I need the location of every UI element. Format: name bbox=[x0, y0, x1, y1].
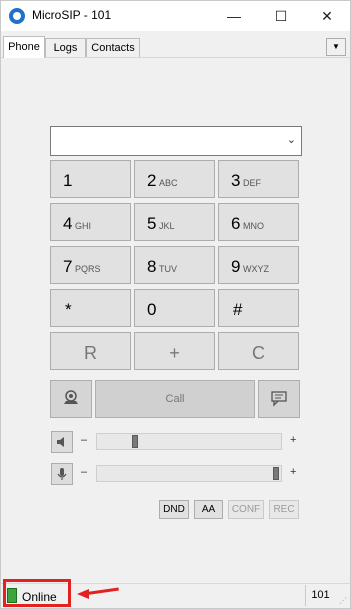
plus-button[interactable]: + bbox=[134, 332, 215, 370]
key-letters: ABC bbox=[159, 178, 178, 188]
microphone-icon bbox=[57, 468, 67, 480]
key-letters: WXYZ bbox=[243, 264, 269, 274]
speaker-button[interactable] bbox=[51, 431, 73, 453]
speaker-volume-slider[interactable] bbox=[96, 433, 282, 450]
key-digit: 2 bbox=[147, 171, 157, 190]
key-hash[interactable]: # bbox=[218, 289, 299, 327]
maximize-button[interactable]: ☐ bbox=[258, 1, 304, 31]
tab-phone[interactable]: Phone bbox=[3, 36, 45, 58]
key-2[interactable]: 2 ABC bbox=[134, 160, 215, 198]
redial-label: R bbox=[84, 343, 97, 363]
key-4[interactable]: 4 GHI bbox=[50, 203, 131, 241]
key-digit: 8 bbox=[147, 257, 157, 276]
tab-logs[interactable]: Logs bbox=[45, 38, 86, 57]
key-digit: 6 bbox=[231, 214, 241, 233]
tab-contacts[interactable]: Contacts bbox=[86, 38, 140, 57]
conference-button[interactable]: CONF bbox=[228, 500, 264, 519]
speaker-plus: + bbox=[290, 434, 297, 446]
online-status-icon bbox=[7, 588, 17, 603]
clear-button[interactable]: C bbox=[218, 332, 299, 370]
key-5[interactable]: 5 JKL bbox=[134, 203, 215, 241]
microphone-volume-slider[interactable] bbox=[96, 465, 282, 482]
key-6[interactable]: 6 MNO bbox=[218, 203, 299, 241]
number-combobox[interactable]: ⌄ bbox=[50, 126, 302, 156]
microsip-logo-icon bbox=[9, 8, 25, 24]
dnd-button[interactable]: DND bbox=[159, 500, 189, 519]
speaker-icon bbox=[57, 437, 64, 447]
record-button[interactable]: REC bbox=[269, 500, 299, 519]
redial-button[interactable]: R bbox=[50, 332, 131, 370]
key-digit: # bbox=[233, 300, 243, 319]
auto-answer-button[interactable]: AA bbox=[194, 500, 223, 519]
chevron-down-icon[interactable]: ⌄ bbox=[287, 133, 296, 146]
speaker-minus: – bbox=[81, 434, 88, 446]
message-icon bbox=[271, 391, 287, 407]
key-digit: 5 bbox=[147, 214, 157, 233]
key-digit: 4 bbox=[63, 214, 73, 233]
key-0[interactable]: 0 bbox=[134, 289, 215, 327]
annotation-arrow-icon bbox=[77, 589, 89, 599]
video-call-icon bbox=[64, 390, 78, 404]
key-8[interactable]: 8 TUV bbox=[134, 246, 215, 284]
key-digit: 9 bbox=[231, 257, 241, 276]
video-call-button[interactable] bbox=[50, 380, 92, 418]
microsip-window: MicroSIP - 101 — ☐ ✕ Phone Logs Contacts… bbox=[0, 0, 351, 609]
key-9[interactable]: 9 WXYZ bbox=[218, 246, 299, 284]
key-letters: DEF bbox=[243, 178, 261, 188]
key-digit: 1 bbox=[63, 171, 73, 190]
key-letters: PQRS bbox=[75, 264, 101, 274]
key-digit: 7 bbox=[63, 257, 73, 276]
minimize-button[interactable]: — bbox=[211, 1, 257, 31]
number-input[interactable] bbox=[55, 131, 275, 151]
key-1[interactable]: 1 bbox=[50, 160, 131, 198]
message-button[interactable] bbox=[258, 380, 300, 418]
microphone-minus: – bbox=[81, 466, 88, 478]
key-digit: * bbox=[65, 300, 72, 319]
window-title: MicroSIP - 101 bbox=[32, 8, 112, 22]
key-letters: MNO bbox=[243, 221, 264, 231]
key-digit: 0 bbox=[147, 300, 157, 319]
key-letters: TUV bbox=[159, 264, 177, 274]
plus-label: + bbox=[169, 343, 180, 363]
resize-grip-icon[interactable]: ⋰ bbox=[339, 596, 348, 605]
microphone-button[interactable] bbox=[51, 463, 73, 485]
close-button[interactable]: ✕ bbox=[304, 1, 350, 31]
speaker-slider-thumb[interactable] bbox=[132, 435, 139, 448]
microphone-plus: + bbox=[290, 466, 297, 478]
main-menu-button[interactable]: ▼ bbox=[326, 38, 346, 56]
clear-label: C bbox=[252, 343, 265, 363]
key-star[interactable]: * bbox=[50, 289, 131, 327]
microphone-slider-thumb[interactable] bbox=[273, 467, 279, 480]
call-button[interactable]: Call bbox=[95, 380, 255, 418]
key-letters: GHI bbox=[75, 221, 92, 231]
title-bar: MicroSIP - 101 — ☐ ✕ bbox=[1, 1, 350, 31]
tab-strip: Phone Logs Contacts ▼ bbox=[1, 36, 350, 58]
key-3[interactable]: 3 DEF bbox=[218, 160, 299, 198]
key-letters: JKL bbox=[159, 221, 175, 231]
key-7[interactable]: 7 PQRS bbox=[50, 246, 131, 284]
extension-number: 101 bbox=[305, 585, 335, 606]
status-text[interactable]: Online bbox=[22, 590, 57, 604]
key-digit: 3 bbox=[231, 171, 241, 190]
